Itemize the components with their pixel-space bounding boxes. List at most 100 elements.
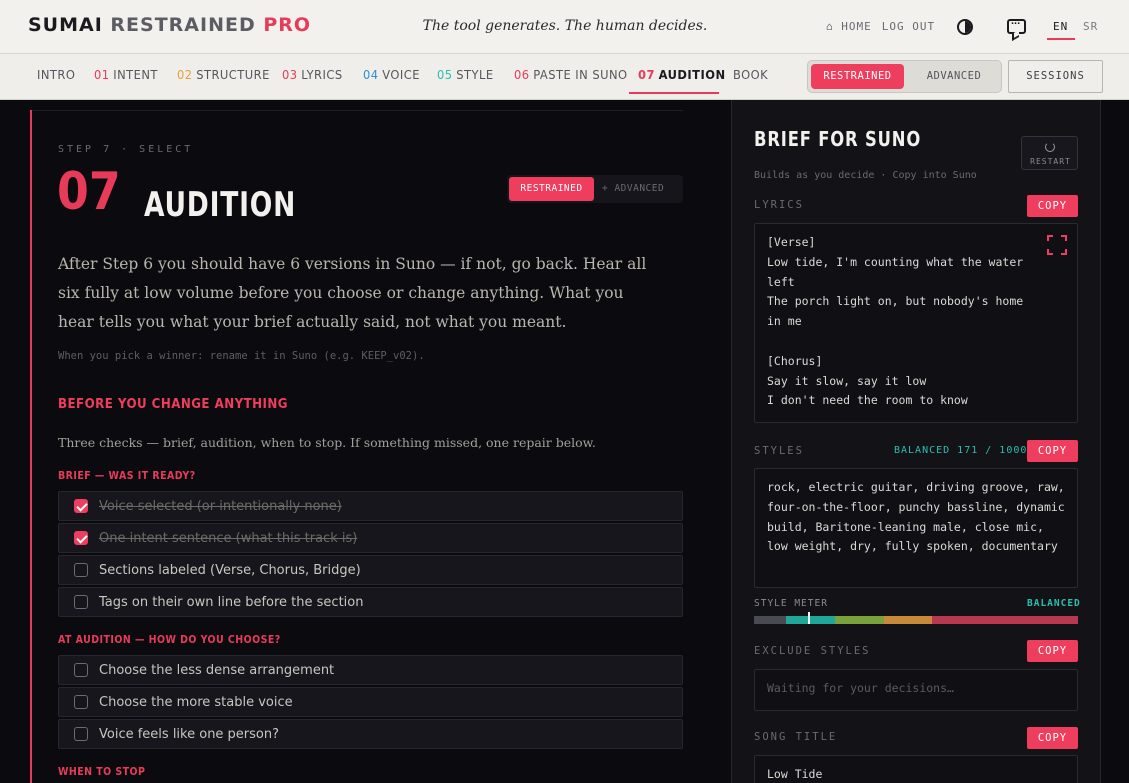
brand-part-1: SUMAI <box>28 14 103 36</box>
section-accent-line <box>30 110 32 783</box>
mini-restrained-button[interactable]: RESTRAINED <box>509 177 594 201</box>
tab-voice[interactable]: 04 VOICE <box>363 67 420 82</box>
tab-number: 06 <box>514 67 530 82</box>
copy-exclude-button[interactable]: COPY <box>1027 640 1078 662</box>
lyrics-label: LYRICS <box>754 199 804 211</box>
copy-lyrics-button[interactable]: COPY <box>1027 195 1078 217</box>
divider <box>32 110 683 111</box>
step-number: 07 <box>57 162 121 222</box>
tab-label: STYLE <box>456 67 494 82</box>
group-label-brief: BRIEF — WAS IT READY? <box>58 470 196 482</box>
song-title-input[interactable]: Low Tide <box>754 755 1078 783</box>
tab-number: 02 <box>177 67 193 82</box>
style-meter-segment <box>883 616 933 624</box>
expand-icon[interactable] <box>1047 235 1067 255</box>
mode-switch: RESTRAINED ADVANCED <box>807 60 1002 93</box>
checklist-item[interactable]: Choose the less dense arrangement <box>58 655 683 685</box>
checkbox[interactable] <box>74 563 88 577</box>
style-meter-marker <box>808 612 810 624</box>
checklist-item[interactable]: Voice selected (or intentionally none) <box>58 491 683 521</box>
tab-label: INTRO <box>37 67 76 82</box>
brand-logo[interactable]: SUMAI RESTRAINED PRO <box>28 14 311 36</box>
copy-title-button[interactable]: COPY <box>1027 727 1078 749</box>
tab-style[interactable]: 05 STYLE <box>437 67 494 82</box>
top-header: SUMAI RESTRAINED PRO The tool generates.… <box>0 0 1129 54</box>
exclude-styles-textbox[interactable]: Waiting for your decisions… <box>754 669 1078 711</box>
tab-number: 04 <box>363 67 379 82</box>
checklist-item[interactable]: One intent sentence (what this track is) <box>58 523 683 553</box>
step-navbar: INTRO 01 INTENT 02 STRUCTURE 03 LYRICS 04 VOICE 0… <box>0 54 1129 100</box>
style-meter-segment <box>834 616 884 624</box>
style-meter-segment <box>932 616 1078 624</box>
checkbox[interactable] <box>74 695 88 709</box>
lang-en-button[interactable]: EN <box>1046 20 1076 40</box>
brand-part-3: PRO <box>263 14 312 36</box>
lang-sr-button[interactable]: SR <box>1083 20 1098 33</box>
checkbox[interactable] <box>74 663 88 677</box>
checklist-item-label: One intent sentence (what this track is) <box>99 531 358 546</box>
home-link[interactable]: ⌂ HOME <box>826 20 872 33</box>
checklist-item[interactable]: Voice feels like one person? <box>58 719 683 749</box>
tab-number: 03 <box>282 67 298 82</box>
tab-number: 01 <box>94 67 110 82</box>
song-title-label: SONG TITLE <box>754 731 838 743</box>
logout-link[interactable]: LOG OUT <box>882 20 935 33</box>
mini-advanced-button[interactable]: + ADVANCED <box>602 177 682 201</box>
tab-label: BOOK <box>733 67 769 82</box>
checklist-item-label: Tags on their own line before the sectio… <box>99 595 364 610</box>
top-links: ⌂ HOME LOG OUT <box>826 20 945 33</box>
tab-label: LYRICS <box>301 67 343 82</box>
tab-lyrics[interactable]: 03 LYRICS <box>282 67 343 82</box>
lyrics-textbox[interactable]: [Verse] Low tide, I'm counting what the … <box>754 223 1078 423</box>
tab-intro[interactable]: INTRO <box>37 67 75 82</box>
hint-text: When you pick a winner: rename it in Sun… <box>58 350 425 362</box>
tab-label: AUDITION <box>658 67 726 82</box>
active-tab-underline <box>629 92 719 94</box>
tab-book[interactable]: BOOK <box>733 67 768 82</box>
tab-label: STRUCTURE <box>196 67 270 82</box>
checks-intro: Three checks — brief, audition, when to … <box>58 435 596 450</box>
checkbox[interactable] <box>74 595 88 609</box>
panel-title: BRIEF FOR SUNO <box>754 127 922 151</box>
tab-label: INTENT <box>113 67 158 82</box>
panel-subtitle: Builds as you decide · Copy into Suno <box>754 170 977 181</box>
section-heading: BEFORE YOU CHANGE ANYTHING <box>58 396 288 412</box>
checkbox[interactable] <box>74 531 88 545</box>
style-meter <box>754 616 1078 624</box>
checklist-item[interactable]: Choose the more stable voice <box>58 687 683 717</box>
tab-label: PASTE IN SUNO <box>533 67 628 82</box>
tab-number: 05 <box>437 67 453 82</box>
checklist-item-label: Sections labeled (Verse, Chorus, Bridge) <box>99 563 361 578</box>
mode-advanced-button[interactable]: ADVANCED <box>908 64 1000 89</box>
theme-toggle-icon[interactable] <box>957 19 973 35</box>
tab-paste-in-suno[interactable]: 06 PASTE IN SUNO <box>514 67 628 82</box>
tab-number: 07 <box>638 67 655 82</box>
checkbox[interactable] <box>74 499 88 513</box>
restart-button[interactable]: RESTART <box>1021 136 1078 170</box>
exclude-styles-label: EXCLUDE STYLES <box>754 645 871 657</box>
group-label-audition: AT AUDITION — HOW DO YOU CHOOSE? <box>58 634 281 646</box>
styles-textbox[interactable]: rock, electric guitar, driving groove, r… <box>754 468 1078 588</box>
intro-paragraph: After Step 6 you should have 6 versions … <box>58 255 647 331</box>
step-label: STEP 7 · SELECT <box>58 144 194 155</box>
brand-part-2: RESTRAINED <box>110 14 256 36</box>
checklist-item[interactable]: Tags on their own line before the sectio… <box>58 587 683 617</box>
checklist-item-label: Voice selected (or intentionally none) <box>99 499 342 514</box>
style-meter-label: STYLE METER <box>754 598 828 609</box>
tab-audition[interactable]: 07 AUDITION <box>638 67 726 82</box>
checklist-item-label: Choose the more stable voice <box>99 695 293 710</box>
tab-intent[interactable]: 01 INTENT <box>94 67 158 82</box>
checklist-item-label: Voice feels like one person? <box>99 727 280 742</box>
tab-structure[interactable]: 02 STRUCTURE <box>177 67 270 82</box>
sessions-button[interactable]: SESSIONS <box>1008 60 1103 93</box>
checkbox[interactable] <box>74 727 88 741</box>
chat-icon[interactable] <box>1007 15 1026 34</box>
tab-label: VOICE <box>382 67 420 82</box>
copy-styles-button[interactable]: COPY <box>1027 440 1078 462</box>
style-meter-segment <box>754 616 787 624</box>
styles-counter: BALANCED 171 / 1000 <box>894 445 1028 456</box>
mode-restrained-button[interactable]: RESTRAINED <box>811 64 904 89</box>
styles-label: STYLES <box>754 445 804 457</box>
checklist-item[interactable]: Sections labeled (Verse, Chorus, Bridge) <box>58 555 683 585</box>
restart-icon <box>1045 142 1055 152</box>
